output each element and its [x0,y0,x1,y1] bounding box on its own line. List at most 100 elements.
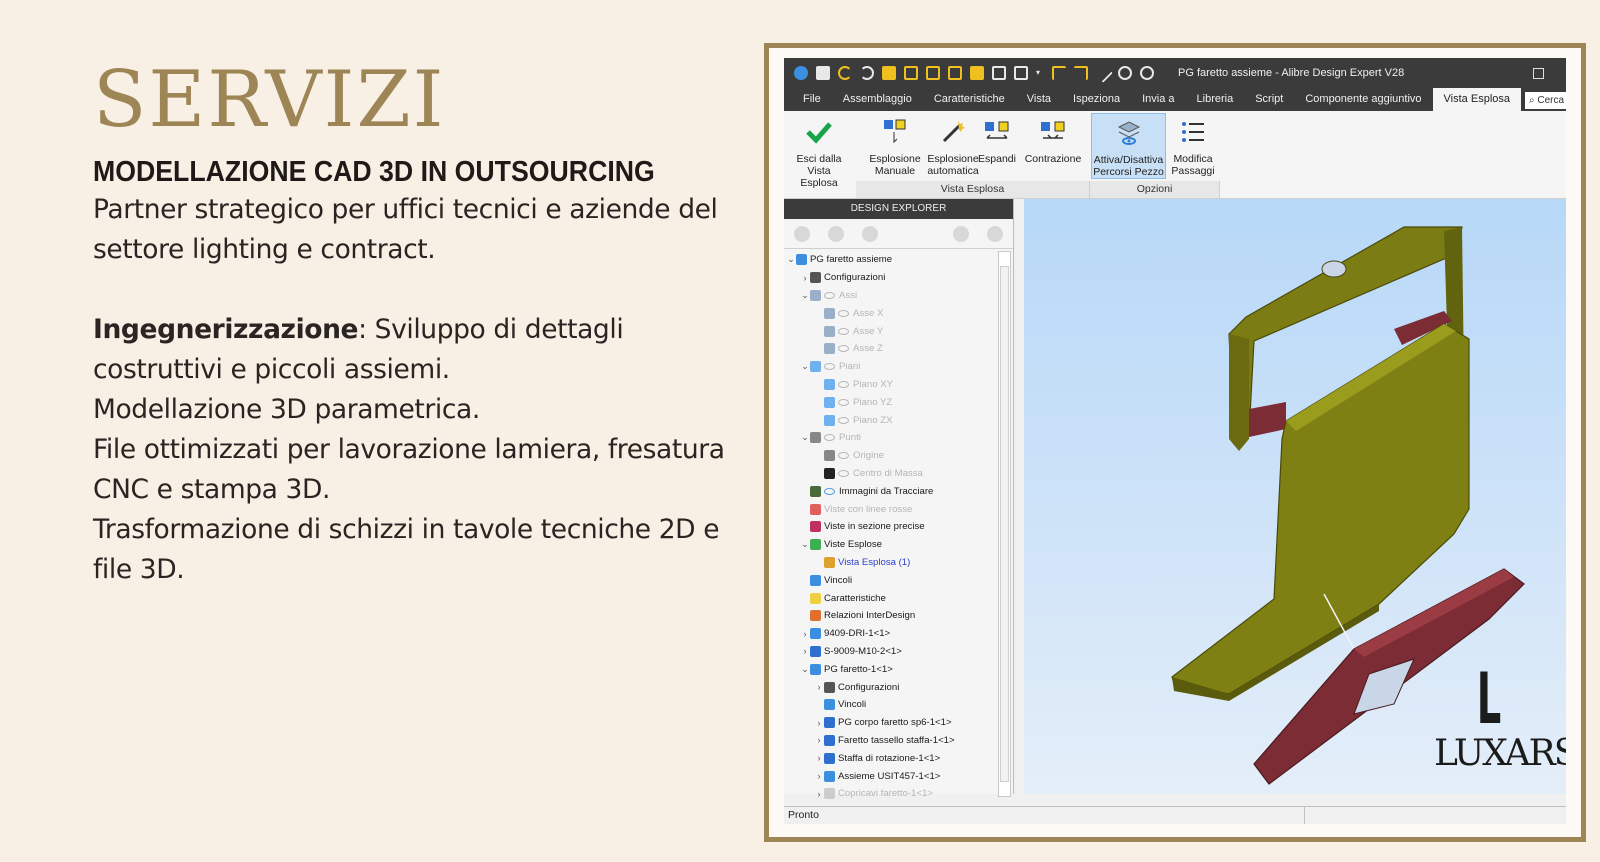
expand-icon[interactable]: › [814,789,824,799]
scrollbar-thumb[interactable] [1000,266,1009,782]
tree-item[interactable]: ⌄ PG faretto-1<1> [786,660,998,678]
expand-icon[interactable]: › [814,735,824,745]
toggle-part-paths-button[interactable]: Attiva/Disattiva Percorsi Pezzo [1091,113,1166,179]
redo-icon[interactable] [860,66,874,80]
visibility-eye-icon[interactable] [838,398,849,406]
tree-item[interactable]: Immagini da Tracciare [786,482,998,500]
tree-item[interactable]: Caratteristiche [786,589,998,607]
tree-item[interactable]: ⌄ Punti [786,429,998,447]
visibility-eye-icon[interactable] [838,345,849,353]
expand-icon[interactable]: › [814,753,824,763]
step-forward-icon[interactable] [1074,66,1088,80]
exit-exploded-view-button[interactable]: Esci dalla Vista Esplosa [788,115,850,189]
tree-item[interactable]: Vista Esplosa (1) [786,554,998,572]
tree-item[interactable]: › 9409-DRI-1<1> [786,625,998,643]
tree-item[interactable]: › Copricavi faretto-1<1> [786,785,998,803]
visibility-eye-icon[interactable] [838,327,849,335]
3d-viewport[interactable]: L LUXARS [1024,199,1566,794]
tree-item[interactable]: › Assieme USIT457-1<1> [786,767,998,785]
measure-icon[interactable] [1093,63,1113,83]
menu-library[interactable]: Libreria [1186,88,1245,111]
tree-item[interactable]: Viste in sezione precise [786,518,998,536]
menu-file[interactable]: File [792,88,832,111]
filter-icon[interactable] [794,225,810,242]
tree-item[interactable]: Relazioni InterDesign [786,607,998,625]
menu-script[interactable]: Script [1244,88,1294,111]
image-icon[interactable] [862,225,878,242]
copy-icon[interactable] [926,66,940,80]
expand-button[interactable]: Espandi [972,115,1022,165]
menu-send-to[interactable]: Invia a [1131,88,1185,111]
restore-window-icon[interactable] [1533,67,1544,79]
new-file-icon[interactable] [816,66,830,80]
undo-icon[interactable] [838,66,852,80]
tree-item[interactable]: Centro di Massa [786,465,998,483]
tree-item[interactable]: Piano XY [786,376,998,394]
visibility-eye-icon[interactable] [838,452,849,460]
search-icon[interactable] [953,225,969,242]
folder-icon[interactable] [970,66,984,80]
menu-assembly[interactable]: Assemblaggio [832,88,923,111]
visibility-eye-icon[interactable] [838,416,849,424]
open-icon[interactable] [882,66,896,80]
dropdown-icon[interactable]: ▾ [1036,66,1044,80]
visibility-eye-icon[interactable] [838,380,849,388]
menu-features[interactable]: Caratteristiche [923,88,1016,111]
tree-item[interactable]: › Faretto tassello staffa-1<1> [786,732,998,750]
expand-icon[interactable]: › [814,771,824,781]
tree-item[interactable]: Viste con linee rosse [786,500,998,518]
menu-inspect[interactable]: Ispeziona [1062,88,1131,111]
expand-icon[interactable]: › [800,273,810,283]
collapse-icon[interactable]: ⌄ [800,290,810,301]
contract-button[interactable]: Contrazione [1024,115,1082,165]
tree-item[interactable]: ⌄ Piani [786,358,998,376]
menu-add-in[interactable]: Componente aggiuntivo [1294,88,1432,111]
edit-steps-button[interactable]: Modifica Passaggi [1168,115,1218,177]
app-logo-icon[interactable] [794,66,808,80]
tree-item[interactable]: ⌄ Viste Esplose [786,536,998,554]
visibility-eye-icon[interactable] [824,291,835,299]
tree-item[interactable]: Piano YZ [786,393,998,411]
gear-icon[interactable] [987,225,1003,242]
tree-item[interactable]: Origine [786,447,998,465]
tree-item[interactable]: › PG corpo faretto sp6-1<1> [786,714,998,732]
expand-icon[interactable]: › [814,682,824,692]
tree-item[interactable]: › Configurazioni [786,269,998,287]
menu-exploded-view[interactable]: Vista Esplosa [1432,88,1521,111]
expand-icon[interactable]: › [800,629,810,639]
find-icon[interactable] [1140,66,1154,80]
menu-view[interactable]: Vista [1016,88,1062,111]
tree-item[interactable]: Asse Z [786,340,998,358]
tree-item[interactable]: › Configurazioni [786,678,998,696]
tree-item[interactable]: Asse X [786,304,998,322]
collapse-icon[interactable]: ⌄ [800,432,810,443]
expand-icon[interactable]: › [814,718,824,728]
layout-icon[interactable] [1014,66,1028,80]
collapse-icon[interactable]: ⌄ [786,254,796,265]
tree-item[interactable]: › Staffa di rotazione-1<1> [786,749,998,767]
tree-scrollbar[interactable] [998,251,1011,797]
visibility-eye-icon[interactable] [824,487,835,495]
document-icon[interactable] [828,225,844,242]
collapse-icon[interactable]: ⌄ [800,361,810,372]
tree-item[interactable]: Vincoli [786,571,998,589]
visibility-eye-icon[interactable] [824,434,835,442]
manual-explosion-button[interactable]: Esplosione Manuale [864,115,926,177]
tree-item[interactable]: › S-9009-M10-2<1> [786,643,998,661]
step-back-icon[interactable] [1052,66,1066,80]
expand-icon[interactable]: › [800,646,810,656]
visibility-eye-icon[interactable] [838,469,849,477]
search-input[interactable]: ⌕ Cerca [1525,92,1566,109]
tree-item[interactable]: Asse Y [786,322,998,340]
visibility-eye-icon[interactable] [838,309,849,317]
window-icon[interactable] [992,66,1006,80]
save-icon[interactable] [904,66,918,80]
paste-icon[interactable] [948,66,962,80]
inspect-icon[interactable] [1118,66,1132,80]
visibility-eye-icon[interactable] [824,363,835,371]
collapse-icon[interactable]: ⌄ [800,664,810,675]
collapse-icon[interactable]: ⌄ [800,539,810,550]
tree-item[interactable]: ⌄ Assi [786,287,998,305]
tree-item[interactable]: ⌄ PG faretto assieme [786,251,998,269]
tree-item[interactable]: Vincoli [786,696,998,714]
